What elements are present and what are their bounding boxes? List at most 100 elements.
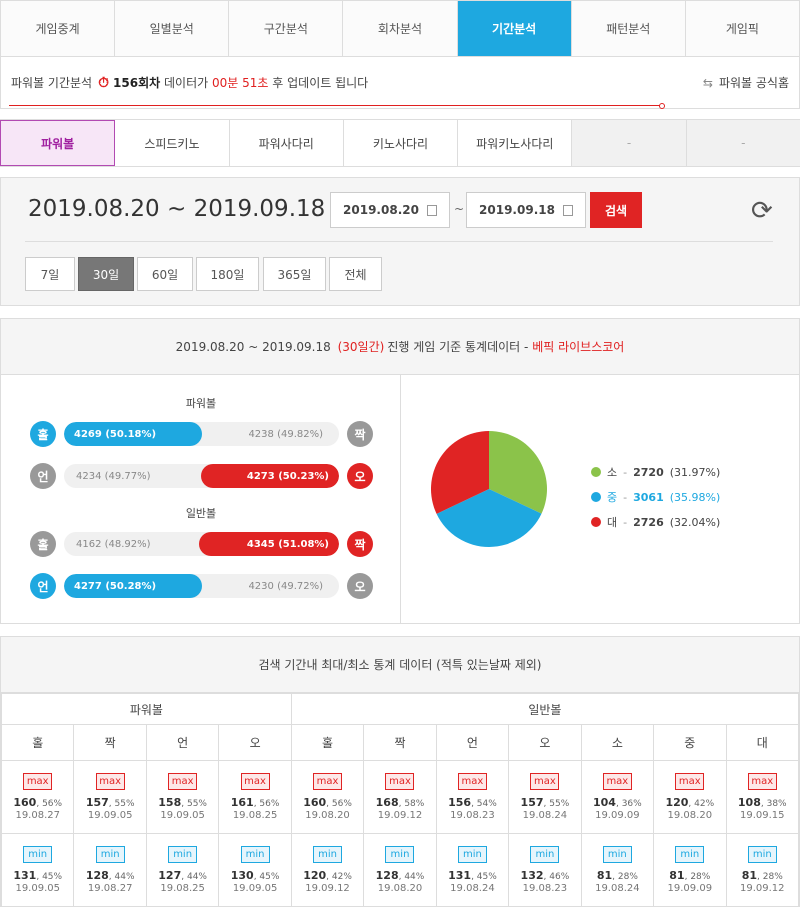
divider: [25, 241, 773, 242]
tab-daily[interactable]: 일별분석: [115, 1, 230, 56]
max-badge: max: [23, 773, 53, 790]
legend-name: 소: [607, 466, 618, 479]
col-header: 오: [508, 724, 582, 761]
notice-time: 00분 51초: [212, 76, 269, 90]
min-cell: min 81, 28% 19.08.24: [580, 833, 655, 907]
min-date: 19.08.27: [87, 883, 133, 894]
period-btn-all[interactable]: 전체: [329, 257, 382, 291]
tab-period[interactable]: 기간분석: [457, 1, 572, 56]
period-btn-7[interactable]: 7일: [25, 257, 75, 291]
ratio-bars: 파워볼 일반볼 홀 4269 (50.18%) 4238 (49.82%) 짝 언 427…: [1, 375, 401, 623]
period-btn-60[interactable]: 60일: [137, 257, 193, 291]
progress-dot: [659, 103, 665, 109]
tab-round[interactable]: 회차분석: [343, 1, 458, 56]
right-circle: 오: [347, 573, 373, 599]
max-badge: max: [457, 773, 487, 790]
group-normal: 일반볼: [290, 693, 800, 725]
min-date: 19.09.05: [15, 883, 60, 894]
official-home-link[interactable]: ⇆ 파워볼 공식홈: [703, 74, 789, 91]
tab-pattern[interactable]: 패턴분석: [571, 1, 686, 56]
min-cell: min 131, 45% 19.08.24: [435, 833, 510, 907]
subtab-powerkenoladder[interactable]: 파워키노사다리: [458, 120, 573, 166]
period-btn-365[interactable]: 365일: [263, 257, 326, 291]
end-date-value: 2019.09.18: [479, 203, 555, 217]
subtab-powerladder[interactable]: 파워사다리: [229, 120, 344, 166]
tab-live[interactable]: 게임중계: [1, 1, 116, 56]
max-value: 157, 55%: [85, 796, 135, 809]
ratio-other-label: 4230 (49.72%): [248, 580, 323, 592]
min-cell: min 127, 44% 19.08.25: [145, 833, 220, 907]
col-header: 대: [725, 724, 800, 761]
start-date-input[interactable]: 2019.08.20: [330, 192, 450, 228]
min-badge: min: [385, 846, 415, 863]
max-value: 161, 56%: [230, 796, 280, 809]
calendar-icon[interactable]: [426, 204, 437, 216]
subtab-powerball[interactable]: 파워볼: [0, 120, 116, 166]
left-circle: 언: [30, 463, 56, 489]
min-cell: min 132, 46% 19.08.23: [508, 833, 582, 907]
min-cell: min 131, 45% 19.09.05: [0, 833, 75, 907]
col-header: 오: [218, 724, 292, 761]
progress-line: [9, 105, 663, 106]
tab-pick[interactable]: 게임픽: [685, 1, 799, 56]
max-cell: max 156, 54% 19.08.23: [435, 760, 510, 834]
official-home-label: 파워볼 공식홈: [718, 76, 789, 90]
col-header: 중: [653, 724, 727, 761]
max-date: 19.09.09: [595, 810, 640, 821]
min-date: 19.08.25: [160, 883, 205, 894]
min-badge: min: [602, 846, 632, 863]
maxmin-panel: 검색 기간내 최대/최소 통계 데이터 (적특 있는날짜 제외) 파워볼 일반볼…: [0, 636, 800, 907]
min-value: 81, 28%: [596, 869, 638, 882]
min-value: 132, 46%: [520, 869, 570, 882]
max-value: 160, 56%: [13, 796, 63, 809]
period-btn-30[interactable]: 30일: [78, 257, 134, 291]
subtab-speedkeno[interactable]: 스피드키노: [115, 120, 230, 166]
legend-count: 3061: [633, 490, 664, 504]
start-date-value: 2019.08.20: [343, 203, 419, 217]
max-date: 19.09.05: [87, 810, 133, 821]
end-date-input[interactable]: 2019.09.18: [466, 192, 586, 228]
min-badge: min: [95, 846, 125, 863]
min-cell: min 81, 28% 19.09.12: [725, 833, 800, 907]
period-btn-180[interactable]: 180일: [196, 257, 259, 291]
legend-dot: [591, 517, 601, 527]
right-circle: 오: [347, 463, 373, 489]
calendar-icon[interactable]: [562, 204, 573, 216]
tab-section[interactable]: 구간분석: [229, 1, 344, 56]
left-circle: 홀: [30, 421, 56, 447]
notice-mid: 데이터가: [164, 76, 209, 90]
normal-caption: 일반볼: [185, 507, 217, 520]
max-value: 120, 42%: [665, 796, 715, 809]
max-value: 156, 54%: [448, 796, 497, 809]
max-badge: max: [602, 773, 632, 790]
max-badge: max: [313, 773, 343, 790]
min-badge: min: [747, 846, 777, 863]
search-button[interactable]: 검색: [590, 192, 642, 228]
main-tabs: 게임중계 일별분석 구간분석 회차분석 기간분석 패턴분석 게임픽: [0, 0, 800, 56]
period-title: 2019.08.20 ~ 2019.09.18: [28, 196, 326, 222]
min-date: 19.09.12: [740, 883, 785, 894]
min-badge: min: [675, 846, 705, 863]
legend-name: 중: [607, 491, 618, 504]
maxmin-title: 검색 기간내 최대/최소 통계 데이터 (적특 있는날짜 제외): [1, 637, 799, 693]
legend-pct: (31.97%): [669, 465, 721, 479]
min-date: 19.08.20: [377, 883, 423, 894]
pie-area: 소 -2720 (31.97%) 중 -3061 (35.98%) 대 -2726 (32.04…: [401, 375, 799, 623]
min-badge: min: [457, 846, 487, 863]
refresh-icon[interactable]: ⟳: [751, 196, 773, 226]
subtab-kenoladder[interactable]: 키노사다리: [343, 120, 459, 166]
date-separator: ~: [454, 202, 465, 216]
ratio-other-label: 4162 (48.92%): [76, 538, 151, 550]
max-date: 19.08.25: [232, 810, 278, 821]
legend-count: 2726: [633, 515, 664, 529]
min-date: 19.09.09: [667, 883, 713, 894]
update-notice: 파워볼 기간분석 ⏱ 156회차 데이터가 00분 51초 후 업데이트 됩니다…: [0, 56, 800, 109]
max-cell: max 160, 56% 19.08.27: [0, 760, 75, 834]
brand-link[interactable]: 베픽 라이브스코어: [532, 338, 624, 355]
subtab-empty-1: -: [572, 120, 687, 166]
max-cell: max 168, 58% 19.09.12: [363, 760, 437, 834]
min-value: 81, 28%: [669, 869, 711, 882]
col-header: 언: [435, 724, 510, 761]
max-date: 19.09.12: [377, 810, 423, 821]
left-circle: 언: [30, 573, 56, 599]
